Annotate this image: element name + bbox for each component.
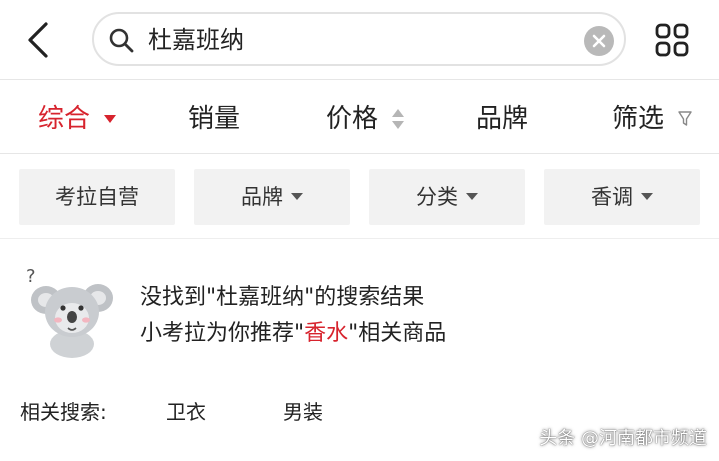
recommend-keyword[interactable]: 香水 — [304, 321, 348, 346]
filter-chip-category[interactable]: 分类 — [369, 169, 525, 225]
back-button[interactable] — [18, 18, 62, 62]
sort-tab-label: 综合 — [38, 103, 91, 134]
sort-tab-filter[interactable]: 筛选 — [612, 101, 692, 135]
sort-tab-comprehensive[interactable]: 综合 — [38, 101, 117, 135]
svg-text:?: ? — [26, 266, 36, 287]
no-results-message: 没找到"杜嘉班纳"的搜索结果 小考拉为你推荐"香水"相关商品 — [140, 280, 446, 352]
chip-label: 品牌 — [241, 185, 283, 209]
filter-chip-kaola-self-operated[interactable]: 考拉自营 — [19, 169, 175, 225]
recommend-prefix: 小考拉为你推荐" — [140, 321, 305, 346]
filter-chip-bar: 考拉自营 品牌 分类 香调 — [0, 155, 719, 239]
sort-tab-brand[interactable]: 品牌 — [476, 101, 528, 135]
search-query[interactable]: 杜嘉班纳 — [148, 25, 244, 55]
watermark: 头条 @河南都市频道 — [539, 428, 707, 449]
chip-label: 分类 — [416, 185, 458, 209]
chip-label: 香调 — [591, 185, 633, 209]
chevron-left-icon — [28, 22, 48, 58]
filter-chip-brand[interactable]: 品牌 — [194, 169, 350, 225]
funnel-icon — [678, 110, 692, 126]
caret-down-icon — [641, 193, 653, 200]
sort-tab-label: 品牌 — [476, 103, 529, 134]
top-bar: 杜嘉班纳 — [0, 0, 719, 80]
related-search-item[interactable]: 男装 — [283, 397, 323, 427]
clear-icon — [592, 34, 606, 48]
caret-down-icon — [104, 114, 117, 123]
search-icon — [109, 28, 134, 53]
clear-search-button[interactable] — [584, 26, 614, 56]
grid-icon — [655, 23, 689, 57]
filter-chip-scent[interactable]: 香调 — [544, 169, 700, 225]
sort-tab-label: 销量 — [188, 103, 241, 134]
sort-tab-price[interactable]: 价格 — [326, 101, 405, 135]
grid-view-button[interactable] — [650, 18, 694, 62]
related-search-label: 相关搜索: — [20, 400, 107, 424]
sort-updown-icon — [392, 108, 405, 129]
koala-mascot-icon: ? — [26, 266, 113, 358]
caret-down-icon — [291, 193, 303, 200]
sort-tab-label: 价格 — [326, 103, 379, 134]
caret-down-icon — [466, 193, 478, 200]
search-box[interactable]: 杜嘉班纳 — [92, 12, 626, 66]
recommend-suffix: "相关商品 — [348, 321, 447, 346]
sort-tab-sales[interactable]: 销量 — [188, 101, 240, 135]
sort-tab-label: 筛选 — [612, 103, 665, 134]
sort-bar: 综合 销量 价格 品牌 筛选 — [0, 81, 719, 154]
chip-label: 考拉自营 — [55, 185, 139, 209]
no-results-line: 没找到"杜嘉班纳"的搜索结果 — [140, 285, 425, 310]
recommend-line: 小考拉为你推荐"香水"相关商品 — [140, 316, 446, 352]
related-search-item[interactable]: 卫衣 — [166, 397, 206, 427]
